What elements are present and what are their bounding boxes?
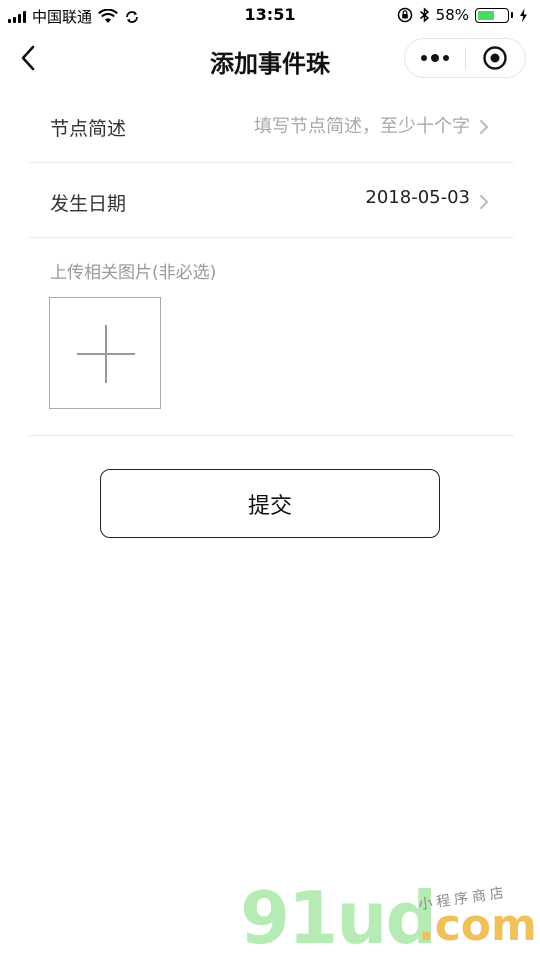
chevron-right-icon xyxy=(480,195,488,209)
date-picker[interactable]: 2018-05-03 xyxy=(365,187,470,208)
charging-icon xyxy=(520,8,527,22)
orientation-lock-icon xyxy=(397,7,412,23)
submit-button[interactable]: 提交 xyxy=(100,469,440,538)
watermark-brand: 91ud xyxy=(240,876,437,960)
summary-row[interactable]: 节点简述 填写节点简述，至少十个字 xyxy=(28,88,514,163)
summary-label: 节点简述 xyxy=(50,118,127,140)
watermark-logo: 91ud 小程序商店 .com xyxy=(240,876,537,960)
event-form: 节点简述 填写节点简述，至少十个字 发生日期 2018-05-03 上传相关图片… xyxy=(28,88,514,436)
plus-icon-vertical xyxy=(105,325,107,383)
add-image-button[interactable] xyxy=(49,297,161,409)
battery-percent: 58% xyxy=(435,6,469,24)
upload-label: 上传相关图片(非必选) xyxy=(50,263,217,283)
summary-input[interactable]: 填写节点简述，至少十个字 xyxy=(254,112,470,138)
chevron-right-icon xyxy=(480,120,488,134)
date-label: 发生日期 xyxy=(50,193,127,215)
nav-bar: 添加事件珠 xyxy=(0,30,540,88)
close-button[interactable] xyxy=(466,39,526,77)
battery-fill xyxy=(478,10,495,20)
battery-tip xyxy=(511,12,513,18)
battery-icon xyxy=(475,7,509,23)
date-row[interactable]: 发生日期 2018-05-03 xyxy=(28,163,514,238)
more-button[interactable] xyxy=(405,39,465,77)
target-circle-icon xyxy=(483,46,507,70)
status-bar: 中国联通 13:51 58% xyxy=(0,0,540,30)
image-upload-section: 上传相关图片(非必选) xyxy=(28,238,514,436)
bluetooth-icon xyxy=(419,7,429,23)
watermark-suffix: .com xyxy=(418,900,537,951)
mini-program-capsule xyxy=(404,38,526,78)
more-dots-icon xyxy=(420,54,449,62)
status-right: 58% xyxy=(397,6,528,24)
